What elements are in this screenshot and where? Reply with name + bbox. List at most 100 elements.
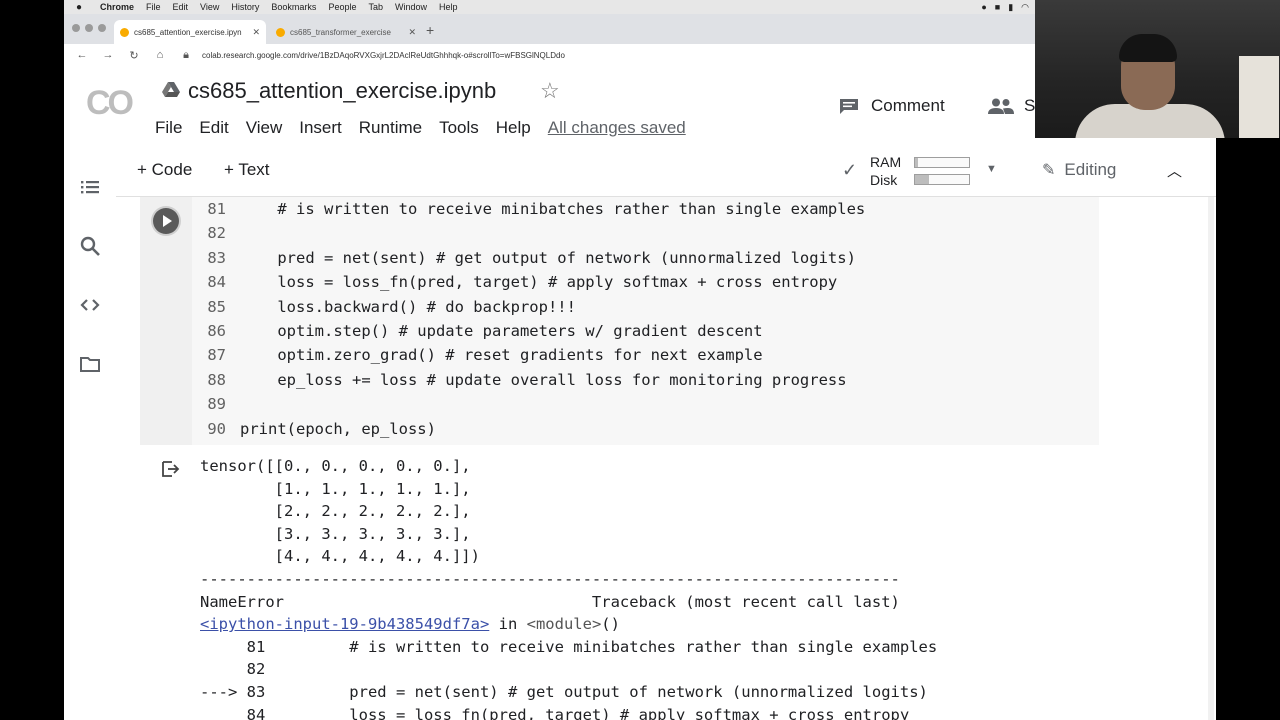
wifi-icon[interactable]: ◠ [1021,2,1029,13]
line-number: 84 [207,273,226,292]
menu-tab[interactable]: Tab [368,2,383,12]
save-status-link[interactable]: All changes saved [548,118,686,138]
window-controls [72,24,106,32]
error-header: NameError Traceback (most recent call la… [200,592,900,611]
cell-gutter [140,197,192,445]
close-tab-icon[interactable]: ✕ [408,27,416,38]
code-line: ep_loss += loss # update overall loss fo… [240,370,847,389]
traceback-link[interactable]: <ipython-input-19-9b438549df7a> [200,615,489,633]
disk-label: Disk [870,172,898,188]
colab-logo[interactable]: CO [86,84,134,123]
tensor-output-line: [3., 3., 3., 3., 3.], [200,524,471,543]
disk-meter [914,174,970,185]
traceback-line: 82 [200,660,275,679]
traceback-line: 81 # is written to receive minibatches r… [200,637,938,656]
colab-favicon-icon [120,27,129,37]
drive-icon[interactable] [162,82,180,98]
url-field[interactable]: colab.research.google.com/drive/1BzDAqoR… [202,51,565,60]
tab-attention-exercise[interactable]: cs685_attention_exercise.ipyn ✕ [114,20,266,44]
menu-edit[interactable]: Edit [173,2,189,12]
editing-mode-button[interactable]: ✎ Editing [1042,160,1116,180]
back-icon[interactable]: ← [74,49,90,61]
menu-view[interactable]: View [200,2,219,12]
disk-meter-fill [915,175,929,184]
menu-item-file[interactable]: File [155,118,182,138]
tab-strip: cs685_attention_exercise.ipyn ✕ cs685_tr… [64,14,1035,44]
share-button[interactable]: S [988,96,1035,116]
pencil-icon: ✎ [1042,162,1056,179]
reload-icon[interactable]: ↻ [126,49,142,62]
menu-item-tools[interactable]: Tools [439,118,479,138]
menu-file[interactable]: File [146,2,161,12]
run-cell-button[interactable] [153,208,179,234]
star-icon[interactable]: ☆ [540,78,560,104]
menu-help[interactable]: Help [439,2,458,12]
minimize-window-button[interactable] [85,24,93,32]
table-of-contents-icon[interactable] [79,176,101,198]
tensor-output-line: [1., 1., 1., 1., 1.], [200,479,471,498]
comment-button[interactable]: Comment [839,96,945,116]
output-icon[interactable] [160,459,180,479]
code-line: loss.backward() # do backprop!!! [240,297,576,316]
notebook-area: 81 # is written to receive minibatches r… [116,197,1216,720]
address-bar: ← → ↻ ⌂ 🔒︎ colab.research.google.com/dri… [64,44,1035,66]
chevron-up-icon[interactable]: ︿ [1167,160,1182,181]
add-code-button[interactable]: + Code [137,160,192,180]
traceback-line: ---> 83 pred = net(sent) # get output of… [200,683,928,701]
menu-chrome[interactable]: Chrome [100,2,134,12]
status-tray: ● ■ ▮ ◠ [981,2,1029,13]
traceback-in: in [489,615,527,634]
ram-meter-fill [915,158,918,167]
line-number: 81 [207,200,226,218]
editing-label: Editing [1064,160,1117,179]
traceback-line: 84 loss = loss_fn(pred, target) # apply … [200,705,910,720]
left-sidebar [64,146,116,720]
tensor-output-line: [2., 2., 2., 2., 2.], [200,502,471,521]
line-number: 82 [207,224,226,243]
apple-icon[interactable]: ● [72,2,86,13]
scrollbar[interactable] [1208,197,1214,720]
resources-indicator[interactable]: RAM Disk [870,153,901,189]
close-tab-icon[interactable]: ✕ [252,27,260,38]
menu-window[interactable]: Window [395,2,427,12]
webcam-person-hair [1119,34,1177,62]
new-tab-icon[interactable]: + [426,22,434,38]
menu-item-help[interactable]: Help [496,118,531,138]
search-icon[interactable] [79,235,101,257]
menu-history[interactable]: History [231,2,259,12]
forward-icon[interactable]: → [100,49,116,61]
menu-people[interactable]: People [328,2,356,12]
notebook-menu: File Edit View Insert Runtime Tools Help… [155,118,686,138]
tray-icon[interactable]: ● [981,2,986,13]
folder-icon[interactable] [79,353,101,375]
menu-item-insert[interactable]: Insert [299,118,342,138]
close-window-button[interactable] [72,24,80,32]
code-snippets-icon[interactable] [79,294,101,316]
menu-item-view[interactable]: View [246,118,283,138]
tensor-output-line: [4., 4., 4., 4., 4.]]) [200,547,480,566]
tab-label: cs685_attention_exercise.ipyn [134,27,242,37]
menu-bookmarks[interactable]: Bookmarks [271,2,316,12]
notebook-title[interactable]: cs685_attention_exercise.ipynb [188,78,496,104]
line-number: 88 [207,370,226,389]
chevron-down-icon[interactable]: ▼ [986,163,997,175]
tab-transformer-exercise[interactable]: cs685_transformer_exercise ✕ [270,20,422,44]
tray-icon[interactable]: ▮ [1008,2,1013,13]
notebook-toolbar: + Code + Text ✓ RAM Disk ▼ ✎ Editing ︿ [64,146,1216,197]
code-cell[interactable] [140,197,1099,445]
line-number: 85 [207,297,226,316]
menu-item-edit[interactable]: Edit [199,118,228,138]
ram-label: RAM [870,154,902,170]
line-number: 89 [207,395,226,414]
traceback-paren: () [601,615,620,634]
menu-item-runtime[interactable]: Runtime [359,118,422,138]
add-text-button[interactable]: + Text [224,160,270,180]
home-icon[interactable]: ⌂ [152,49,168,61]
zoom-window-button[interactable] [98,24,106,32]
tray-icon[interactable]: ■ [995,2,1000,13]
share-label: S [1024,96,1036,115]
people-icon [988,98,1014,114]
ram-meter [914,157,970,168]
code-line: pred = net(sent) # get output of network… [240,248,856,267]
tensor-output-line: tensor([[0., 0., 0., 0., 0.], [200,457,471,475]
